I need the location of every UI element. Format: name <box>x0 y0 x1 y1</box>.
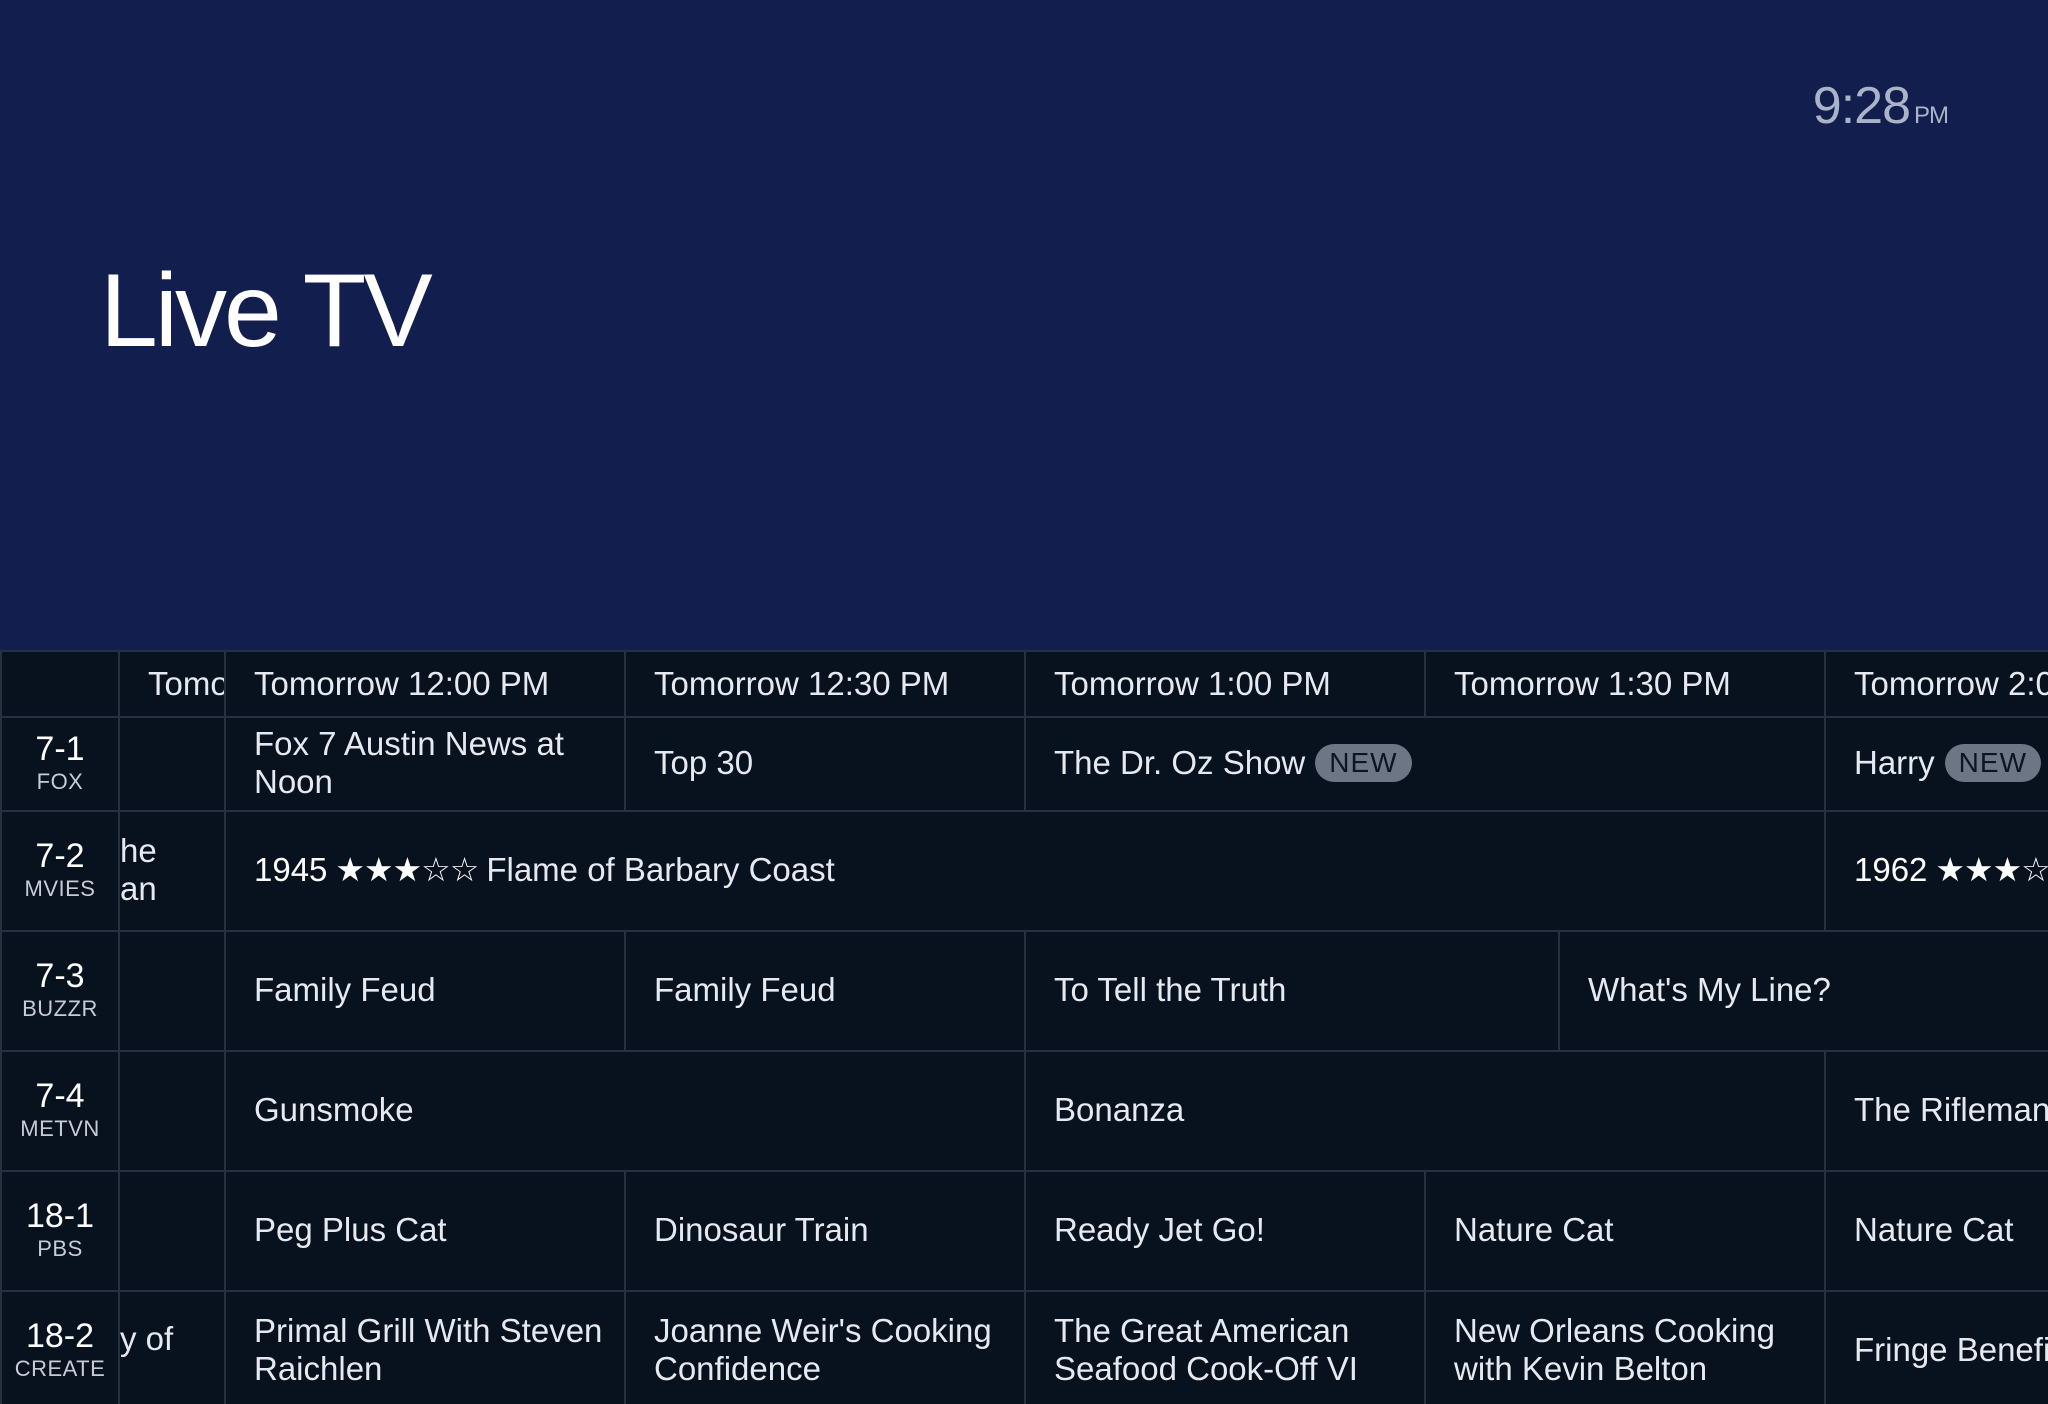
program-title: Gunsmoke <box>254 1091 414 1128</box>
program-cell[interactable]: The Great American Seafood Cook-Off VI <box>1024 1290 1426 1404</box>
program-title: The Great American Seafood Cook-Off VI <box>1054 1312 1358 1387</box>
program-cell[interactable]: Gunsmoke <box>224 1050 1026 1172</box>
channel-callsign: CREATE <box>14 1356 106 1381</box>
program-cell-movie[interactable]: 1962 ★★★☆ <box>1824 810 2048 932</box>
hero-banner: 9:28 PM Live TV <box>0 0 2048 650</box>
clock-time: 9:28 <box>1812 77 1911 135</box>
program-cell[interactable]: Ready Jet Go! <box>1024 1170 1426 1292</box>
channel-number: 18-2 <box>25 1317 95 1355</box>
channel-number: 7-4 <box>35 1077 85 1115</box>
program-title: Nature Cat <box>1454 1211 1614 1248</box>
program-cell[interactable]: Nature Cat <box>1824 1170 2048 1292</box>
channel-number: 18-1 <box>25 1197 95 1235</box>
channel-7-3[interactable]: 7-3 BUZZR <box>0 930 120 1052</box>
program-cell[interactable]: Peg Plus Cat <box>224 1170 626 1292</box>
channel-callsign: PBS <box>37 1236 83 1261</box>
program-title: Fox 7 Austin News at Noon <box>254 725 564 800</box>
program-title: Joanne Weir's Cooking Confidence <box>654 1312 992 1387</box>
program-cell-past[interactable] <box>118 1050 226 1172</box>
program-cell[interactable]: Family Feud <box>624 930 1026 1052</box>
timeline-slot-prev: Tomo <box>118 650 226 718</box>
channel-number: 7-3 <box>35 957 85 995</box>
program-title: Bonanza <box>1054 1091 1185 1128</box>
program-title: The Rifleman <box>1854 1091 2048 1128</box>
program-cell[interactable]: What's My Line? <box>1558 930 2048 1052</box>
new-badge: NEW <box>1315 744 1412 782</box>
program-title: The Dr. Oz Show <box>1054 744 1306 781</box>
program-title: What's My Line? <box>1588 971 1831 1008</box>
timeline-slot-1200: Tomorrow 12:00 PM <box>224 650 626 718</box>
channel-callsign: METVN <box>20 1116 100 1141</box>
program-cell[interactable]: The Dr. Oz Show NEW <box>1024 716 1826 812</box>
program-cell[interactable]: The Rifleman <box>1824 1050 2048 1172</box>
timeline-corner <box>0 650 120 718</box>
clock-ampm: PM <box>1914 102 1949 129</box>
program-title: Fringe Benefi <box>1854 1331 2048 1368</box>
timeline-slot-1300: Tomorrow 1:00 PM <box>1024 650 1426 718</box>
program-title: Peg Plus Cat <box>254 1211 447 1248</box>
program-title: Family Feud <box>654 971 836 1008</box>
timeline-slot-1230: Tomorrow 12:30 PM <box>624 650 1026 718</box>
clock: 9:28 PM <box>1812 76 1949 136</box>
program-title: Dinosaur Train <box>654 1211 869 1248</box>
program-cell-past[interactable] <box>118 716 226 812</box>
program-cell[interactable]: Fox 7 Austin News at Noon <box>224 716 626 812</box>
program-cell[interactable]: New Orleans Cooking with Kevin Belton <box>1424 1290 1826 1404</box>
star-rating: ★★★☆☆ <box>335 851 479 888</box>
channel-7-2[interactable]: 7-2 MVIES <box>0 810 120 932</box>
movie-year: 1945 <box>254 851 328 888</box>
program-cell[interactable]: Bonanza <box>1024 1050 1826 1172</box>
page-title: Live TV <box>100 253 433 369</box>
program-cell[interactable]: Primal Grill With Steven Raichlen <box>224 1290 626 1404</box>
program-title: To Tell the Truth <box>1054 971 1287 1008</box>
program-cell[interactable]: Dinosaur Train <box>624 1170 1026 1292</box>
channel-callsign: MVIES <box>24 876 96 901</box>
program-title: Harry <box>1854 744 1935 781</box>
channel-18-2[interactable]: 18-2 CREATE <box>0 1290 120 1404</box>
program-cell-past[interactable] <box>118 930 226 1052</box>
program-cell[interactable]: To Tell the Truth <box>1024 930 1560 1052</box>
movie-year: 1962 <box>1854 851 1928 888</box>
star-rating: ★★★☆ <box>1935 851 2048 888</box>
program-cell-past[interactable] <box>118 1170 226 1292</box>
program-title: Flame of Barbary Coast <box>486 851 835 888</box>
program-title: Family Feud <box>254 971 436 1008</box>
program-title: Nature Cat <box>1854 1211 2014 1248</box>
program-cell-past[interactable]: he an <box>118 810 226 932</box>
program-cell[interactable]: Fringe Benefi <box>1824 1290 2048 1404</box>
channel-callsign: BUZZR <box>22 996 98 1021</box>
program-cell-past[interactable]: y of <box>118 1290 226 1404</box>
new-badge: NEW <box>1944 744 2041 782</box>
program-title: Ready Jet Go! <box>1054 1211 1265 1248</box>
channel-number: 7-2 <box>35 837 85 875</box>
channel-7-1[interactable]: 7-1 FOX <box>0 716 120 812</box>
channel-callsign: FOX <box>36 769 84 794</box>
program-guide: Tomo Tomorrow 12:00 PM Tomorrow 12:30 PM… <box>0 650 2048 1404</box>
program-cell[interactable]: Joanne Weir's Cooking Confidence <box>624 1290 1026 1404</box>
program-cell[interactable]: Harry NEW <box>1824 716 2048 812</box>
program-cell[interactable]: Top 30 <box>624 716 1026 812</box>
program-cell[interactable]: Family Feud <box>224 930 626 1052</box>
channel-18-1[interactable]: 18-1 PBS <box>0 1170 120 1292</box>
channel-7-4[interactable]: 7-4 METVN <box>0 1050 120 1172</box>
timeline-slot-1330: Tomorrow 1:30 PM <box>1424 650 1826 718</box>
timeline-slot-1400: Tomorrow 2:0 <box>1824 650 2048 718</box>
channel-number: 7-1 <box>35 730 85 768</box>
program-title: Top 30 <box>654 744 754 781</box>
program-cell-movie[interactable]: 1945 ★★★☆☆ Flame of Barbary Coast <box>224 810 1826 932</box>
program-title: Primal Grill With Steven Raichlen <box>254 1312 603 1387</box>
program-cell[interactable]: Nature Cat <box>1424 1170 1826 1292</box>
program-title: New Orleans Cooking with Kevin Belton <box>1454 1312 1775 1387</box>
